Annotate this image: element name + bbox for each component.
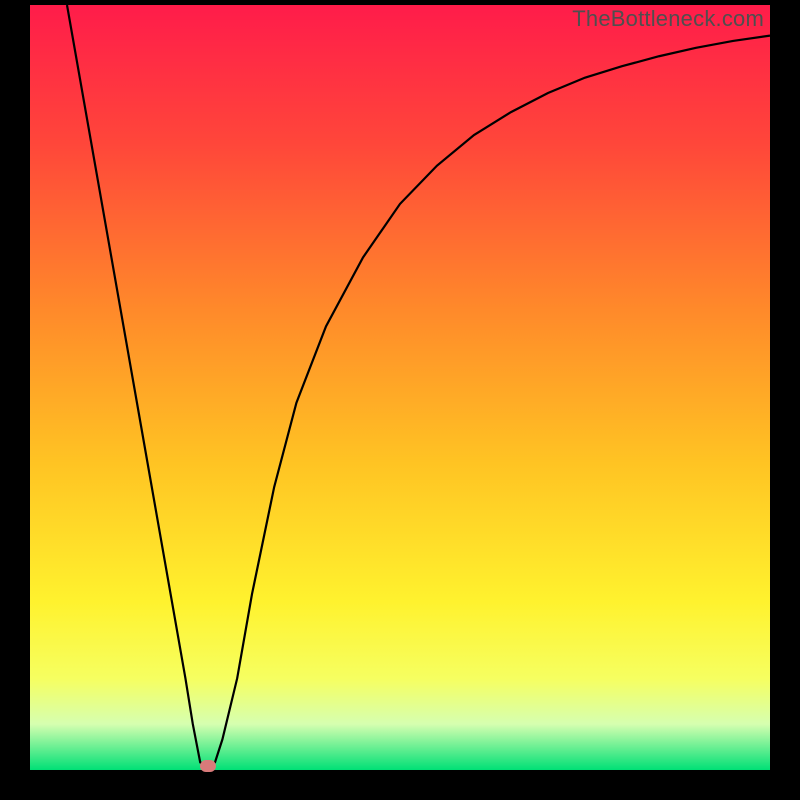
- chart-container: TheBottleneck.com: [0, 0, 800, 800]
- watermark-text: TheBottleneck.com: [572, 6, 764, 32]
- plot-svg: [30, 5, 770, 770]
- optimum-marker: [200, 760, 216, 772]
- plot-area: [30, 5, 770, 770]
- gradient-background: [30, 5, 770, 770]
